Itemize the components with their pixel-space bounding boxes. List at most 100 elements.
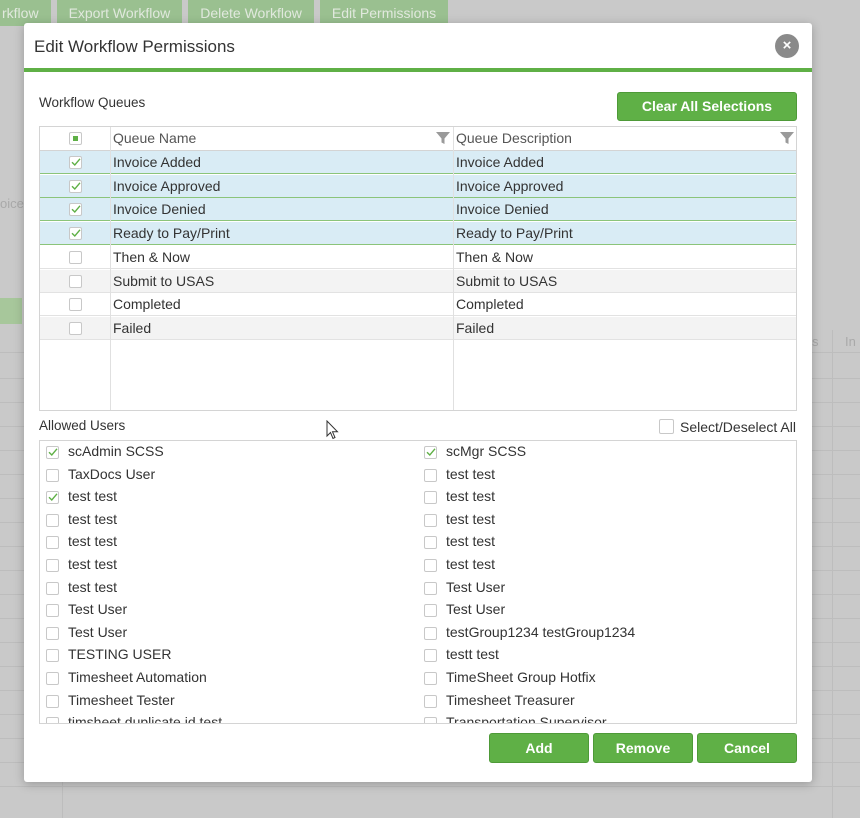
user-checkbox[interactable]: [424, 649, 437, 663]
user-name: Test User: [68, 601, 128, 618]
queue-description-cell: Submit to USAS: [456, 272, 558, 289]
user-checkbox[interactable]: [46, 446, 59, 459]
queues-grid: Queue Name Queue Description Invoice Add…: [39, 126, 797, 411]
queue-row-checkbox[interactable]: [69, 321, 82, 335]
filter-icon[interactable]: [780, 131, 794, 145]
user-name: Timesheet Tester: [68, 691, 175, 708]
remove-button-label: Remove: [615, 740, 671, 756]
user-checkbox[interactable]: [46, 604, 59, 618]
queue-row-checkbox[interactable]: [69, 203, 82, 217]
user-name: TESTING USER: [68, 646, 172, 663]
queue-name-cell: Then & Now: [113, 248, 191, 265]
user-checkbox[interactable]: [424, 536, 437, 550]
user-checkbox[interactable]: [424, 491, 437, 505]
queue-row[interactable]: Invoice Denied Invoice Denied: [40, 198, 796, 222]
user-checkbox[interactable]: [424, 468, 437, 482]
user-checkbox[interactable]: [424, 694, 437, 708]
background-button: [0, 298, 22, 324]
user-name: test test: [446, 510, 496, 527]
queue-row[interactable]: Invoice Added Invoice Added: [40, 151, 796, 174]
mouse-cursor-icon: [326, 420, 339, 440]
user-checkbox[interactable]: [46, 694, 59, 708]
queue-description-cell: Invoice Denied: [456, 201, 549, 218]
user-name: TimeSheet Group Hotfix: [446, 669, 596, 685]
user-checkbox[interactable]: [424, 604, 437, 618]
user-name: Timesheet Treasurer: [446, 691, 575, 708]
filter-icon[interactable]: [436, 131, 450, 145]
queue-name-cell: Submit to USAS: [113, 272, 215, 289]
user-name: Timesheet Automation: [68, 669, 207, 685]
queue-row[interactable]: Invoice Approved Invoice Approved: [40, 174, 796, 198]
queue-row-checkbox[interactable]: [69, 179, 82, 193]
queue-row-checkbox[interactable]: [69, 298, 82, 312]
queue-description-cell: Invoice Approved: [456, 177, 564, 194]
header-queue-name[interactable]: Queue Name: [113, 127, 196, 150]
user-checkbox[interactable]: [424, 581, 437, 595]
user-name: scMgr SCSS: [446, 443, 527, 459]
queue-name-cell: Invoice Added: [113, 154, 201, 170]
queue-row[interactable]: Submit to USAS Submit to USAS: [40, 269, 796, 293]
user-name: test test: [68, 578, 118, 595]
user-checkbox[interactable]: [424, 446, 437, 459]
close-button[interactable]: ×: [775, 34, 799, 58]
user-name: testGroup1234 testGroup1234: [446, 623, 636, 640]
select-all-users-checkbox[interactable]: [659, 419, 674, 434]
user-name: Test User: [446, 578, 506, 595]
user-name: test test: [446, 533, 496, 550]
queue-row-checkbox[interactable]: [69, 250, 82, 264]
queue-name-cell: Invoice Approved: [113, 177, 221, 194]
queue-name-cell: Completed: [113, 296, 181, 313]
queue-name-cell: Invoice Denied: [113, 201, 206, 218]
user-name: testt test: [446, 646, 499, 663]
user-name: test test: [68, 488, 118, 505]
user-name: timsheet duplicate id test: [68, 714, 223, 724]
queue-row-checkbox[interactable]: [69, 227, 82, 241]
queue-description-cell: Then & Now: [456, 248, 534, 265]
user-checkbox[interactable]: [46, 491, 59, 505]
queue-row[interactable]: Then & Now Then & Now: [40, 246, 796, 269]
user-name: test test: [68, 533, 118, 550]
queue-name-cell: Ready to Pay/Print: [113, 225, 230, 242]
user-checkbox[interactable]: [424, 672, 437, 685]
queue-row-checkbox[interactable]: [69, 274, 82, 288]
user-checkbox[interactable]: [424, 513, 437, 527]
user-checkbox[interactable]: [424, 559, 437, 572]
cancel-button-label: Cancel: [724, 740, 770, 756]
header-queue-description[interactable]: Queue Description: [456, 127, 572, 150]
user-checkbox[interactable]: [46, 468, 59, 482]
user-checkbox[interactable]: [46, 626, 59, 640]
user-name: Test User: [446, 601, 506, 618]
queue-row-checkbox[interactable]: [69, 156, 82, 169]
queue-row[interactable]: Failed Failed: [40, 316, 796, 340]
cancel-button[interactable]: Cancel: [697, 733, 797, 763]
add-button[interactable]: Add: [489, 733, 589, 763]
user-name: Transportation Supervisor: [446, 714, 607, 724]
user-name: Test User: [68, 623, 128, 640]
user-checkbox[interactable]: [46, 649, 59, 663]
select-deselect-all-label: Select/Deselect All: [680, 419, 796, 435]
user-checkbox[interactable]: [46, 581, 59, 595]
close-icon: ×: [782, 37, 792, 54]
allowed-users-label: Allowed Users: [39, 418, 126, 433]
queue-row[interactable]: Completed Completed: [40, 293, 796, 317]
queue-row[interactable]: Ready to Pay/Print Ready to Pay/Print: [40, 222, 796, 246]
user-checkbox[interactable]: [46, 672, 59, 685]
clear-all-selections-label: Clear All Selections: [641, 98, 773, 114]
user-checkbox[interactable]: [46, 559, 59, 572]
select-all-queues-checkbox[interactable]: [69, 132, 82, 145]
dialog-title: Edit Workflow Permissions: [34, 37, 235, 56]
add-button-label: Add: [525, 740, 553, 756]
user-checkbox[interactable]: [46, 536, 59, 550]
queue-description-cell: Completed: [456, 296, 524, 313]
user-checkbox[interactable]: [424, 717, 437, 723]
clear-all-selections-button[interactable]: Clear All Selections: [617, 92, 797, 121]
workflow-queues-label: Workflow Queues: [39, 95, 146, 110]
user-checkbox[interactable]: [46, 513, 59, 527]
user-name: test test: [68, 510, 118, 527]
remove-button[interactable]: Remove: [593, 733, 693, 763]
queue-description-cell: Failed: [456, 319, 495, 336]
queue-description-cell: Ready to Pay/Print: [456, 225, 573, 242]
user-checkbox[interactable]: [424, 626, 437, 640]
queue-name-cell: Failed: [113, 319, 152, 336]
user-checkbox[interactable]: [46, 717, 59, 723]
